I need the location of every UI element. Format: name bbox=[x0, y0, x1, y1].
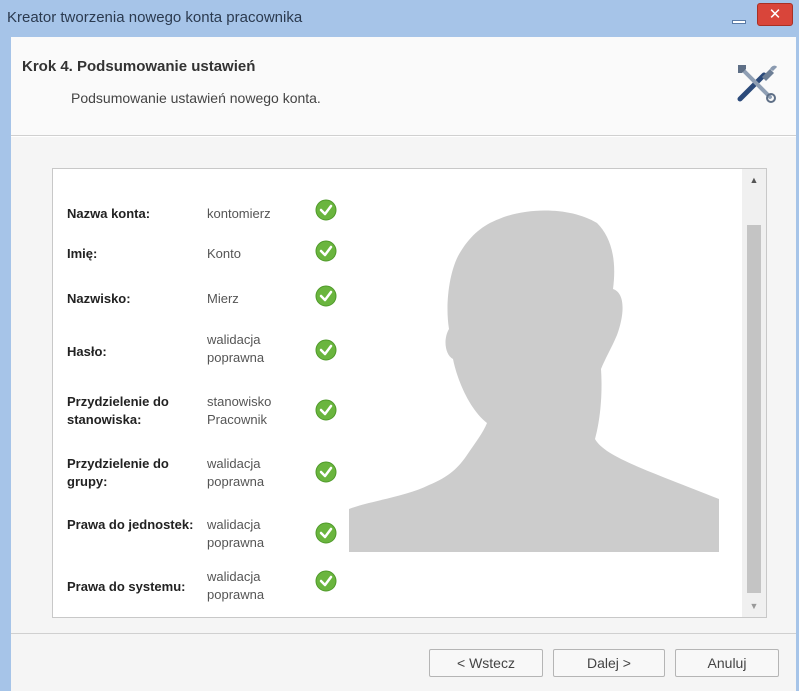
scroll-down-icon[interactable]: ▼ bbox=[742, 595, 766, 617]
summary-panel: Nazwa konta: kontomierz Imię: Konto Nazw… bbox=[52, 168, 767, 618]
check-icon bbox=[315, 199, 337, 221]
scrollbar-thumb[interactable] bbox=[747, 225, 761, 593]
check-icon bbox=[315, 570, 337, 592]
close-button[interactable]: ✕ bbox=[757, 3, 793, 26]
check-icon bbox=[315, 399, 337, 421]
row-label: Przydzielenie do grupy: bbox=[67, 456, 169, 489]
row-label: Nazwa konta: bbox=[67, 206, 151, 221]
window-border-left bbox=[0, 37, 11, 691]
row-value: walidacja poprawna bbox=[207, 569, 265, 602]
window-title: Kreator tworzenia nowego konta pracownik… bbox=[7, 9, 303, 26]
row-value: kontomierz bbox=[207, 206, 271, 221]
next-button[interactable]: Dalej > bbox=[553, 649, 665, 677]
row-label: Imię: bbox=[67, 246, 98, 261]
check-icon bbox=[315, 285, 337, 307]
back-button[interactable]: < Wstecz bbox=[429, 649, 543, 677]
row-label: Hasło: bbox=[67, 344, 107, 359]
step-header: Krok 4. Podsumowanie ustawień Podsumowan… bbox=[11, 37, 796, 136]
row-value: walidacja poprawna bbox=[207, 517, 265, 550]
check-icon bbox=[315, 522, 337, 544]
title-bar[interactable]: Kreator tworzenia nowego konta pracownik… bbox=[0, 0, 799, 37]
row-label: Nazwisko: bbox=[67, 291, 131, 306]
scroll-up-icon[interactable]: ▲ bbox=[742, 169, 766, 191]
vertical-scrollbar[interactable]: ▲ ▼ bbox=[742, 169, 766, 617]
step-title: Krok 4. Podsumowanie ustawień bbox=[22, 58, 256, 75]
row-label: Przydzielenie do stanowiska: bbox=[67, 394, 169, 427]
minimize-button[interactable] bbox=[727, 8, 751, 28]
check-icon bbox=[315, 240, 337, 262]
minimize-icon bbox=[732, 20, 746, 24]
tools-icon bbox=[737, 65, 777, 103]
row-value: walidacja poprawna bbox=[207, 332, 265, 365]
check-icon bbox=[315, 339, 337, 361]
check-icon bbox=[315, 461, 337, 483]
wizard-footer: < Wstecz Dalej > Anuluj bbox=[11, 633, 796, 691]
cancel-button[interactable]: Anuluj bbox=[675, 649, 779, 677]
avatar-placeholder-image bbox=[349, 210, 719, 552]
row-value: walidacja poprawna bbox=[207, 456, 265, 489]
step-subtitle: Podsumowanie ustawień nowego konta. bbox=[71, 90, 321, 106]
wizard-window: Kreator tworzenia nowego konta pracownik… bbox=[0, 0, 799, 691]
row-value: stanowisko Pracownik bbox=[207, 394, 272, 427]
row-label: Prawa do jednostek: bbox=[67, 517, 194, 532]
content-area: Nazwa konta: kontomierz Imię: Konto Nazw… bbox=[11, 137, 796, 633]
row-value: Konto bbox=[207, 246, 241, 261]
row-value: Mierz bbox=[207, 291, 239, 306]
row-label: Prawa do systemu: bbox=[67, 579, 186, 594]
